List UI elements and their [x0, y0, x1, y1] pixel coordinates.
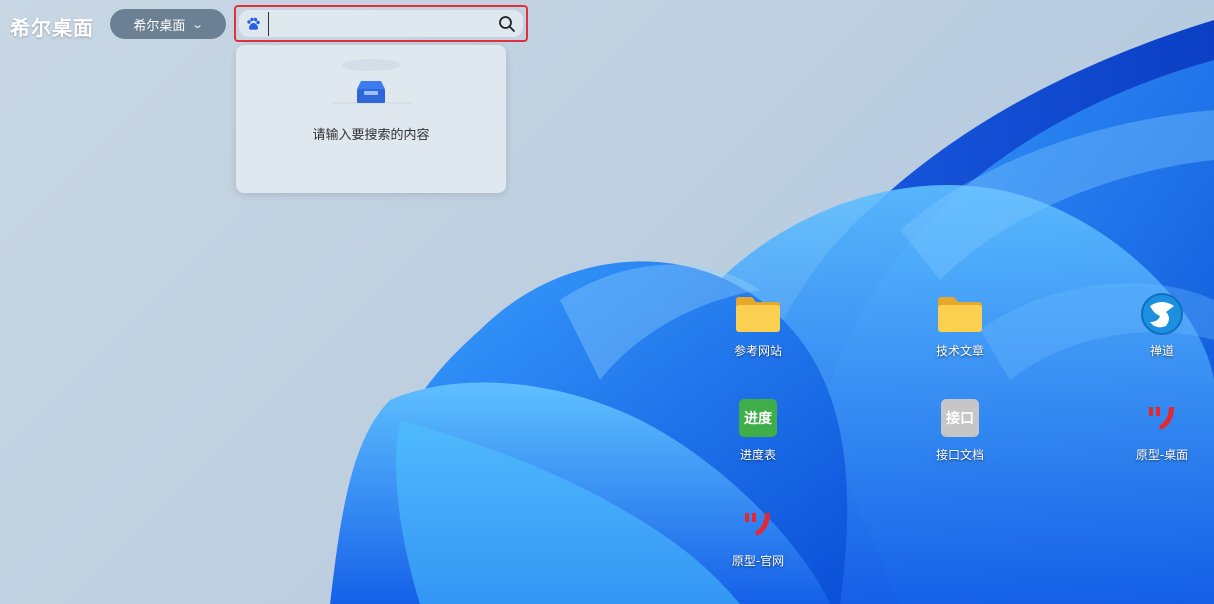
- desktop-icon-label: 原型-桌面: [1135, 448, 1189, 462]
- desktop-icon-label: 禅道: [1149, 344, 1174, 358]
- desktop-icon-prototype-desktop[interactable]: 原型-桌面: [1117, 394, 1207, 463]
- tile-text: 进度: [739, 399, 777, 437]
- desktop-wallpaper: [330, 20, 1214, 604]
- axure-icon: [734, 500, 782, 548]
- search-icon[interactable]: [495, 12, 519, 36]
- empty-box-icon: [331, 59, 411, 104]
- folder-icon: [734, 290, 782, 338]
- axure-icon: [1138, 394, 1186, 442]
- zentao-icon: [1138, 290, 1186, 338]
- desktop-icon-zentao[interactable]: 禅道: [1117, 290, 1207, 359]
- desktop-icon-label: 参考网站: [733, 344, 782, 358]
- desktop-icon-prototype-website[interactable]: 原型-官网: [713, 500, 803, 569]
- desktop-icon-reference-sites[interactable]: 参考网站: [713, 290, 803, 359]
- search-input[interactable]: [268, 11, 495, 36]
- tile-icon: 接口: [936, 394, 984, 442]
- desktop-icon-label: 技术文章: [935, 344, 984, 358]
- empty-message: 请输入要搜索的内容: [312, 128, 430, 143]
- chevron-down-icon: ⌄: [191, 17, 205, 31]
- workspace-label: 希尔桌面: [133, 18, 186, 34]
- search-box: [234, 5, 528, 42]
- tile-icon: 进度: [734, 394, 782, 442]
- app-title: 希尔桌面: [10, 16, 94, 40]
- baidu-paw-icon[interactable]: [242, 13, 264, 35]
- workspace-dropdown-button[interactable]: 希尔桌面 ⌄: [110, 9, 226, 39]
- folder-icon: [936, 290, 984, 338]
- desktop-icon-progress-sheet[interactable]: 进度 进度表: [713, 394, 803, 463]
- desktop-icon-tech-articles[interactable]: 技术文章: [915, 290, 1005, 359]
- desktop-icon-api-docs[interactable]: 接口 接口文档: [915, 394, 1005, 463]
- desktop-icon-label: 原型-官网: [731, 554, 785, 568]
- tile-text: 接口: [941, 399, 979, 437]
- search-suggestions-panel: 请输入要搜索的内容: [236, 45, 506, 193]
- desktop-icon-label: 接口文档: [935, 448, 984, 462]
- desktop-icon-label: 进度表: [739, 448, 776, 462]
- search-bar: [239, 10, 523, 37]
